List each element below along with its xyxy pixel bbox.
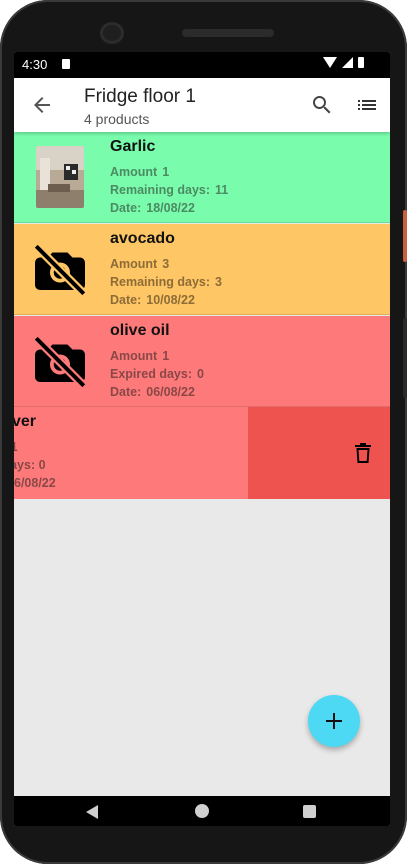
phone-frame: 4:30 Fridge floor 1 4 products Garlic Am… xyxy=(0,0,407,864)
product-date: Date: 18/08/22 xyxy=(110,201,195,215)
navigation-bar xyxy=(14,796,390,826)
list-view-icon[interactable] xyxy=(355,93,379,117)
list-item[interactable]: olive oil Amount 1 Expired days: 0 Date: 06… xyxy=(14,316,390,407)
product-photo xyxy=(36,146,84,208)
product-amount: : 1 xyxy=(14,440,18,454)
page-title: Fridge floor 1 xyxy=(84,86,196,107)
product-name: olive oil xyxy=(110,322,170,339)
nav-recents-icon[interactable] xyxy=(303,805,316,818)
swiped-list-item[interactable]: ver : 1 days: 0 6/08/22 xyxy=(14,407,390,499)
status-time: 4:30 xyxy=(22,57,48,72)
no-photo-icon xyxy=(33,335,87,389)
product-remaining-days: Remaining days: 3 xyxy=(110,275,222,289)
product-name: Garlic xyxy=(110,138,156,155)
earpiece-speaker xyxy=(182,29,274,37)
nav-back-icon[interactable] xyxy=(86,805,98,819)
list-item[interactable]: Garlic Amount 1 Remaining days: 11 Date: 18… xyxy=(14,132,390,223)
sd-card-icon xyxy=(62,59,70,69)
product-amount: Amount 1 xyxy=(110,349,170,363)
product-name: ver xyxy=(14,413,37,430)
search-icon[interactable] xyxy=(310,93,334,117)
product-expired-days: days: 0 xyxy=(14,458,46,472)
list-item[interactable]: avocado Amount 3 Remaining days: 3 Date: 10… xyxy=(14,224,390,315)
product-name: avocado xyxy=(110,230,175,247)
plus-icon xyxy=(326,713,342,729)
product-remaining-days: Remaining days: 11 xyxy=(110,183,229,197)
product-amount: Amount 3 xyxy=(110,257,170,271)
product-date: 6/08/22 xyxy=(14,476,56,490)
signal-icon xyxy=(342,57,353,68)
product-date: Date: 10/08/22 xyxy=(110,293,195,307)
status-icons xyxy=(323,57,364,68)
product-expired-days: Expired days: 0 xyxy=(110,367,204,381)
add-product-button[interactable] xyxy=(308,695,360,747)
status-bar: 4:30 xyxy=(14,52,390,78)
product-date: Date: 06/08/22 xyxy=(110,385,195,399)
swiped-row-card[interactable]: ver : 1 days: 0 6/08/22 xyxy=(14,407,248,499)
trash-icon[interactable] xyxy=(355,443,371,463)
app-bar: Fridge floor 1 4 products xyxy=(14,78,390,132)
power-button xyxy=(403,210,407,262)
screen: 4:30 Fridge floor 1 4 products Garlic Am… xyxy=(14,52,390,826)
volume-button xyxy=(403,318,407,398)
no-photo-icon xyxy=(33,243,87,297)
front-camera xyxy=(100,22,124,44)
battery-icon xyxy=(358,57,364,68)
back-arrow-icon[interactable] xyxy=(30,93,54,117)
nav-home-icon[interactable] xyxy=(195,804,209,818)
product-amount: Amount 1 xyxy=(110,165,170,179)
product-count: 4 products xyxy=(84,111,150,127)
wifi-icon xyxy=(323,57,337,68)
delete-action-area[interactable] xyxy=(248,407,390,499)
